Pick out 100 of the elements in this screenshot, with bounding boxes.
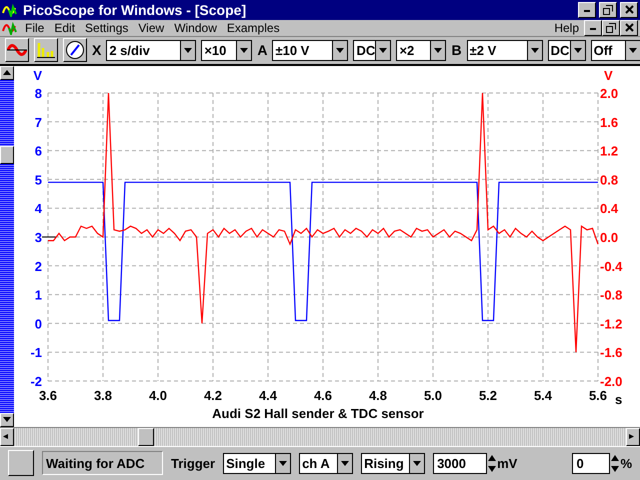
tick-label: 6 bbox=[34, 143, 42, 158]
start-button[interactable] bbox=[8, 450, 34, 476]
caret-icon bbox=[379, 48, 388, 53]
wave-logo-icon[interactable] bbox=[2, 20, 20, 35]
tick-label: 1.2 bbox=[600, 143, 618, 158]
tick-label: 5.6 bbox=[588, 388, 608, 403]
trigger-edge-dropdown[interactable]: Rising bbox=[361, 452, 426, 474]
meter-view-button[interactable] bbox=[63, 38, 87, 62]
menu-item[interactable]: Settings bbox=[80, 20, 134, 35]
minimize-button[interactable] bbox=[584, 20, 602, 36]
tick-label: -1 bbox=[30, 344, 42, 360]
vertical-scrollbar[interactable] bbox=[0, 66, 14, 427]
menu-item[interactable]: Examples bbox=[222, 20, 285, 35]
tick-label: -0.8 bbox=[600, 287, 622, 302]
setting-dropdown[interactable]: DC bbox=[548, 40, 586, 61]
bar-chart-icon bbox=[37, 42, 55, 58]
spin-arrows-icon[interactable] bbox=[487, 452, 498, 474]
tick-label: 4.0 bbox=[148, 388, 168, 403]
tick-label: -2 bbox=[30, 374, 42, 389]
caret-icon bbox=[413, 460, 422, 466]
tick-label: 1.6 bbox=[600, 114, 618, 130]
menu-item[interactable]: File bbox=[20, 20, 50, 35]
unit-label: % bbox=[620, 456, 632, 471]
caret-icon bbox=[336, 48, 344, 53]
trigger-mode-dropdown[interactable]: Single bbox=[223, 452, 292, 474]
spectrum-view-button[interactable] bbox=[34, 38, 58, 62]
axis-unit: V bbox=[604, 68, 613, 83]
setting-dropdown[interactable]: Off bbox=[590, 40, 640, 61]
menu-item[interactable]: Window bbox=[169, 20, 222, 35]
setting-dropdown[interactable]: ×2 bbox=[396, 40, 446, 61]
tick-label: 0.8 bbox=[600, 172, 618, 188]
axis-unit: V bbox=[33, 68, 42, 83]
left-arrow-icon bbox=[3, 434, 11, 440]
scroll-thumb[interactable] bbox=[138, 428, 154, 446]
tick-label: 4.8 bbox=[368, 388, 388, 403]
tick-label: 5 bbox=[34, 172, 42, 188]
horizontal-scrollbar[interactable] bbox=[0, 426, 640, 446]
setting-dropdown[interactable]: ×10 bbox=[201, 40, 252, 61]
menu-item[interactable]: Help bbox=[549, 20, 584, 35]
tick-label: 0.0 bbox=[600, 230, 618, 245]
trigger-marker bbox=[42, 236, 56, 238]
tick-label: 0 bbox=[34, 316, 42, 332]
setting-dropdown[interactable]: ±10 V bbox=[272, 40, 348, 61]
restore-button[interactable] bbox=[599, 2, 617, 18]
axis-unit: s bbox=[615, 392, 622, 407]
caret-icon bbox=[3, 417, 11, 422]
tick-label: 4.4 bbox=[258, 388, 278, 403]
tick-label: 4.6 bbox=[314, 388, 332, 403]
minimize-icon bbox=[583, 7, 591, 12]
restore-icon bbox=[603, 4, 613, 15]
spin-arrows-icon[interactable] bbox=[610, 452, 620, 474]
window-title: PicoScope for Windows - [Scope] bbox=[23, 2, 248, 18]
tick-label: 5.4 bbox=[534, 388, 552, 403]
channel-label: X bbox=[92, 42, 102, 58]
tick-label: 3.6 bbox=[38, 388, 58, 403]
tick-label: 3.8 bbox=[94, 388, 112, 403]
caret-icon bbox=[341, 460, 350, 466]
close-button[interactable] bbox=[620, 20, 638, 36]
close-icon bbox=[624, 23, 634, 32]
restore-button[interactable] bbox=[602, 20, 620, 36]
caret-icon bbox=[530, 48, 539, 53]
wave-logo-icon bbox=[2, 2, 20, 17]
chart-title: Audi S2 Hall sender & TDC sensor bbox=[212, 406, 424, 421]
tick-label: 5.0 bbox=[424, 388, 442, 403]
caret-icon bbox=[240, 48, 248, 53]
status-text: Waiting for ADC bbox=[42, 451, 163, 476]
tick-label: -1.6 bbox=[600, 344, 622, 360]
caret-icon bbox=[574, 48, 582, 53]
setting-dropdown[interactable]: 2 s/div bbox=[106, 40, 196, 61]
scope-view-button[interactable] bbox=[5, 38, 29, 62]
scroll-thumb[interactable] bbox=[0, 146, 14, 164]
trigger-level-field[interactable]: 3000 bbox=[433, 452, 488, 474]
trigger-delay-field[interactable]: 0 bbox=[572, 452, 610, 474]
tick-label: 2 bbox=[34, 258, 42, 274]
dial-icon bbox=[65, 40, 85, 60]
tick-label: 7 bbox=[34, 114, 42, 130]
minimize-button[interactable] bbox=[578, 2, 596, 18]
close-icon bbox=[624, 5, 634, 14]
trigger-label: Trigger bbox=[171, 456, 216, 471]
tick-label: 8 bbox=[34, 86, 42, 101]
setting-dropdown[interactable]: ±2 V bbox=[466, 40, 543, 61]
setting-dropdown[interactable]: DC bbox=[353, 40, 392, 61]
caret-icon bbox=[184, 48, 192, 53]
menu-item[interactable]: Edit bbox=[49, 20, 80, 35]
caret-icon bbox=[434, 48, 442, 53]
minimize-icon bbox=[589, 25, 597, 30]
waveform-icon bbox=[7, 43, 27, 58]
tick-label: 5.2 bbox=[478, 388, 498, 403]
channel-label: A bbox=[257, 42, 268, 58]
close-button[interactable] bbox=[620, 2, 638, 18]
channel-label: B bbox=[451, 42, 462, 58]
menu-item[interactable]: View bbox=[133, 20, 170, 35]
tick-label: 4 bbox=[34, 200, 42, 216]
caret-icon bbox=[279, 460, 288, 466]
up-arrow-icon bbox=[3, 70, 11, 76]
tick-label: -2.0 bbox=[600, 374, 622, 389]
tick-label: -0.4 bbox=[600, 258, 622, 274]
trigger-channel-dropdown[interactable]: ch A bbox=[299, 452, 354, 474]
unit-label: mV bbox=[497, 456, 518, 471]
tick-label: 2.0 bbox=[600, 86, 618, 101]
